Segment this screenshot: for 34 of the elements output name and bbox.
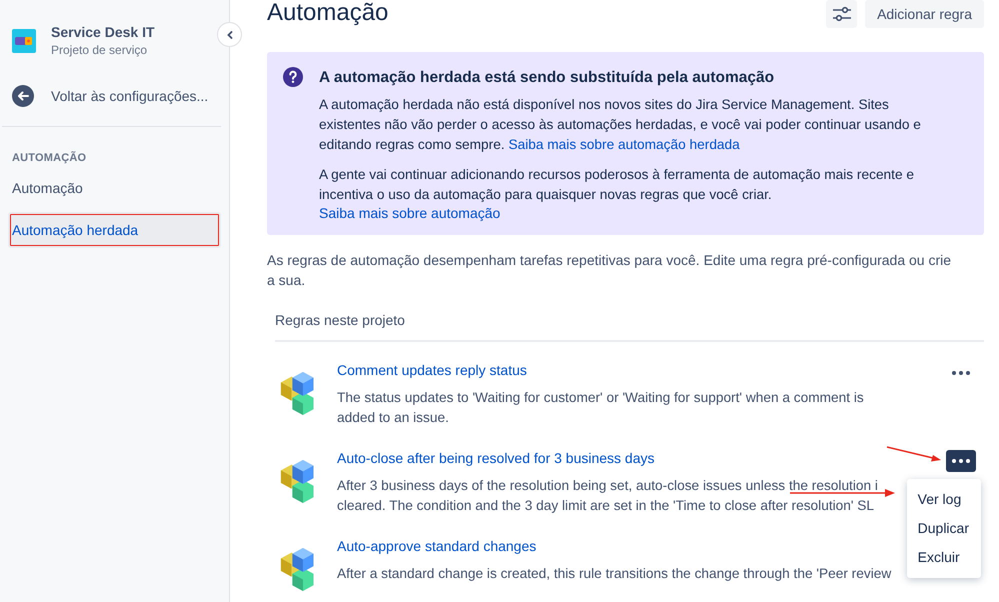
banner-text: A gente vai continuar adicionando recursos poderosos à ferramenta de automação mais recente e incentiva o uso da automação para quaisquer novas regras que você criar. xyxy=(319,166,916,204)
learn-more-link[interactable]: Saiba mais sobre automação herdada xyxy=(508,137,740,152)
learn-more-link[interactable]: Saiba mais sobre automação xyxy=(319,205,500,221)
collapse-button[interactable] xyxy=(217,22,242,47)
more-actions-button[interactable] xyxy=(946,450,976,472)
intro-text: As regras de automação desempenham tarefas repetitivas para você. Edite uma regra pré-configurada ou crie a sua. xyxy=(267,251,952,290)
section-heading: AUTOMAÇÃO xyxy=(12,152,88,164)
more-icon xyxy=(952,459,970,463)
sliders-icon xyxy=(832,6,852,22)
add-rule-button[interactable]: Adicionar regra xyxy=(865,0,984,28)
rule-name-link[interactable]: Auto-close after being resolved for 3 business days xyxy=(337,450,655,466)
banner-text: A automação herdada não está disponível nos novos sites do Jira Service Management. Sites existentes não vão perder o acesso às automações herdadas, e você vai poder continuar usando e editando regras como sempre. Saiba mais sobre automação herdada xyxy=(319,96,922,154)
menu-item[interactable]: Ver log xyxy=(906,485,981,514)
project-name: Service Desk IT xyxy=(51,24,155,40)
project-type: Projeto de serviço xyxy=(51,43,148,57)
back-link[interactable]: Voltar às configurações... xyxy=(12,85,221,107)
question-icon xyxy=(283,67,303,87)
sidebar-item[interactable]: Automação xyxy=(8,170,221,206)
rule-name-link[interactable]: Comment updates reply status xyxy=(337,362,527,378)
rule-description: The status updates to 'Waiting for customer' or 'Waiting for support' when a comment is added to an issue. xyxy=(337,389,864,427)
project-icon xyxy=(12,28,36,52)
filter-button[interactable] xyxy=(826,0,858,28)
rule-description: After 3 business days of the resolution being set, auto-close issues unless the resolution i cleared. The condition and the 3 day limit are set in the 'Time to close after resolution' SL xyxy=(337,477,878,515)
menu-item[interactable]: Duplicar xyxy=(906,514,981,543)
rule-description: After a standard change is created, this rule transitions the change through the 'Peer review xyxy=(337,565,892,583)
menu-item[interactable]: Excluir xyxy=(906,543,981,572)
back-link-label[interactable]: Voltar às configurações... xyxy=(51,88,208,104)
section-label: Regras neste projeto xyxy=(275,312,984,342)
banner-title: A automação herdada está sendo substituída pela automação xyxy=(319,69,776,87)
chevron-left-icon xyxy=(224,30,234,40)
sidebar-item[interactable]: Automação herdada xyxy=(8,212,221,248)
more-icon xyxy=(952,371,970,375)
page-title: Automação xyxy=(267,0,388,26)
rule-name-link[interactable]: Auto-approve standard changes xyxy=(337,538,536,554)
